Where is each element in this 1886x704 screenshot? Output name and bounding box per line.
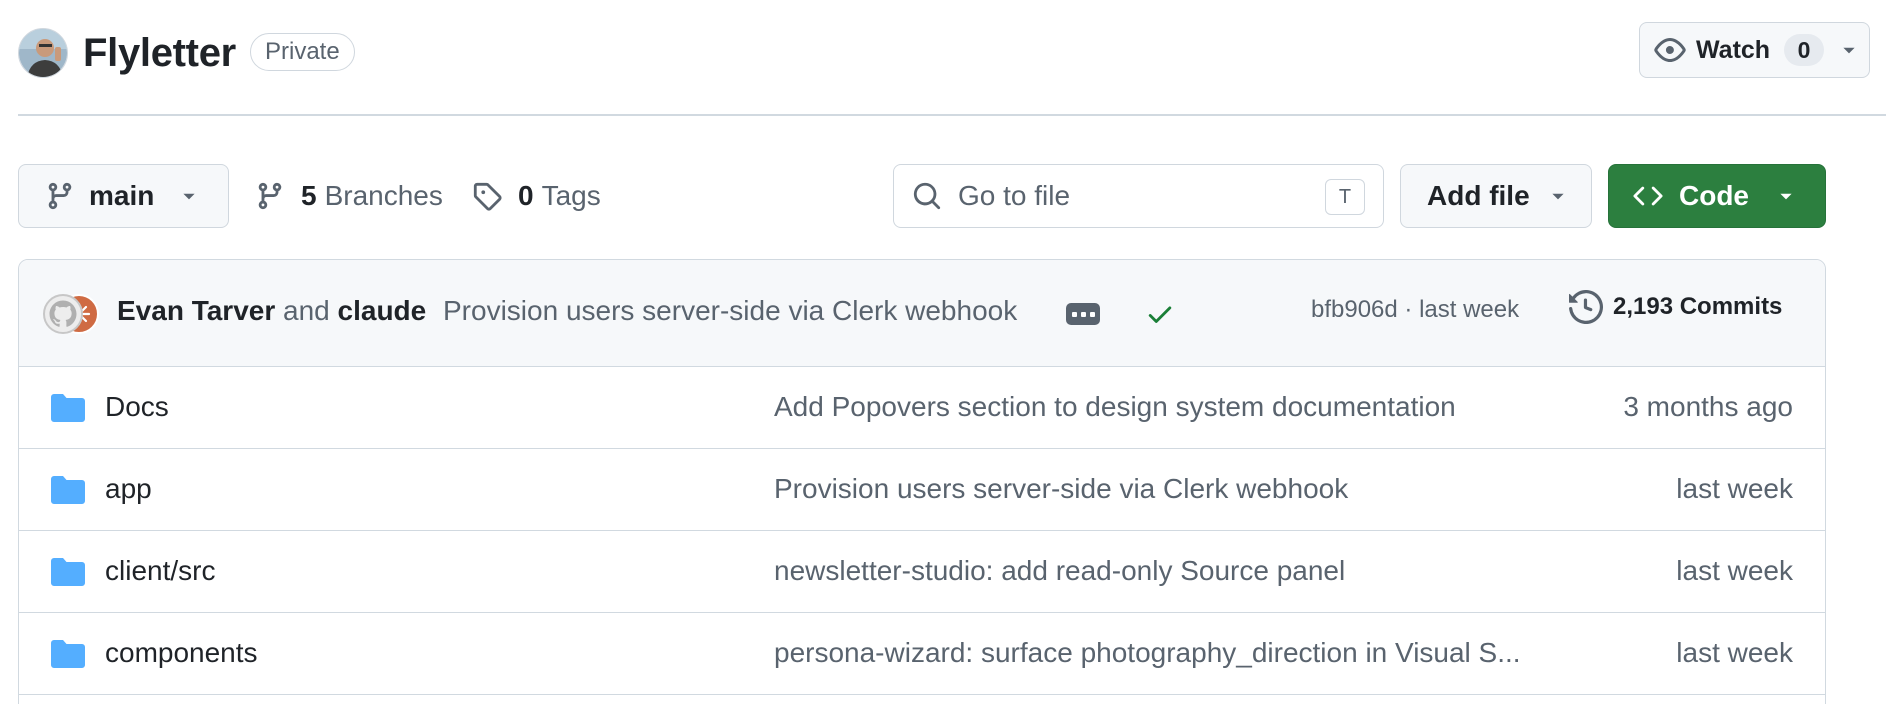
tags-count: 0 [518,180,534,211]
branch-name: main [89,180,155,211]
header-divider [18,114,1886,116]
repo-name[interactable]: Flyletter [83,29,236,77]
commit-avatars[interactable] [43,294,103,334]
eye-icon [1654,38,1686,62]
branches-count: 5 [301,180,317,211]
check-icon[interactable] [1145,299,1175,329]
add-file-label: Add file [1427,180,1530,211]
commits-count-label: 2,193 Commits [1613,293,1783,320]
commit-message[interactable]: Provision users server-side via Clerk we… [443,295,1017,327]
branch-selector[interactable]: main [18,164,229,228]
chevron-down-icon [1780,193,1792,200]
branches-link[interactable]: 5 Branches [255,172,443,220]
folder-icon [51,640,85,668]
commit-author-2[interactable]: claude [338,295,427,326]
folder-icon [51,558,85,586]
code-label: Code [1679,180,1749,211]
commit-authors: Evan Tarver and claude [117,295,426,327]
visibility-badge: Private [250,33,355,71]
commit-hash-time[interactable]: bfb906d · last week [1311,296,1519,324]
file-name[interactable]: components [105,637,258,669]
watch-button[interactable]: Watch 0 [1639,22,1870,78]
folder-icon [51,394,85,422]
commit-authors-conjunction: and [283,295,330,326]
add-file-button[interactable]: Add file [1400,164,1592,228]
file-commit-date: last week [1676,637,1793,668]
git-branch-icon [258,182,282,210]
chevron-down-icon [1843,47,1855,54]
file-commit-message[interactable]: Provision users server-side via Clerk we… [774,473,1554,505]
repo-header: Flyletter Private Watch 0 [18,22,1870,81]
git-branch-icon [48,182,72,210]
go-to-file-input[interactable]: Go to file T [893,164,1384,228]
owner-avatar[interactable] [18,28,68,78]
tag-icon [473,182,502,211]
file-name[interactable]: client/src [105,555,215,587]
commits-history-link[interactable]: 2,193 Commits [1569,290,1782,324]
search-icon [913,182,941,210]
watch-label: Watch [1696,35,1771,64]
chevron-down-icon [1552,193,1564,200]
file-name[interactable]: app [105,473,152,505]
github-avatar [43,294,83,334]
search-placeholder: Go to file [958,180,1071,211]
file-name[interactable]: Docs [105,391,169,423]
latest-commit-bar: Evan Tarver and claude Provision users s… [19,260,1825,367]
tags-link[interactable]: 0 Tags [472,172,601,220]
code-icon [1633,186,1663,206]
tags-label: Tags [541,180,601,211]
file-row[interactable]: components persona-wizard: surface photo… [19,613,1825,695]
history-icon [1569,290,1603,324]
file-commit-date: last week [1676,473,1793,504]
code-button[interactable]: Code [1608,164,1826,228]
watch-count: 0 [1784,34,1825,66]
file-browser: Evan Tarver and claude Provision users s… [18,259,1826,704]
file-commit-date: last week [1676,555,1793,586]
chevron-down-icon [183,193,195,200]
file-row[interactable]: app Provision users server-side via Cler… [19,449,1825,531]
branches-label: Branches [324,180,443,211]
folder-icon [51,476,85,504]
shortcut-key: T [1325,179,1365,215]
file-commit-date: 3 months ago [1623,391,1793,422]
expand-commit-button[interactable] [1066,303,1100,325]
file-commit-message[interactable]: Add Popovers section to design system do… [774,391,1554,423]
file-row[interactable]: client/src newsletter-studio: add read-o… [19,531,1825,613]
file-commit-message[interactable]: persona-wizard: surface photography_dire… [774,637,1554,669]
file-commit-message[interactable]: newsletter-studio: add read-only Source … [774,555,1554,587]
file-row[interactable]: Docs Add Popovers section to design syst… [19,367,1825,449]
commit-author-1[interactable]: Evan Tarver [117,295,275,326]
